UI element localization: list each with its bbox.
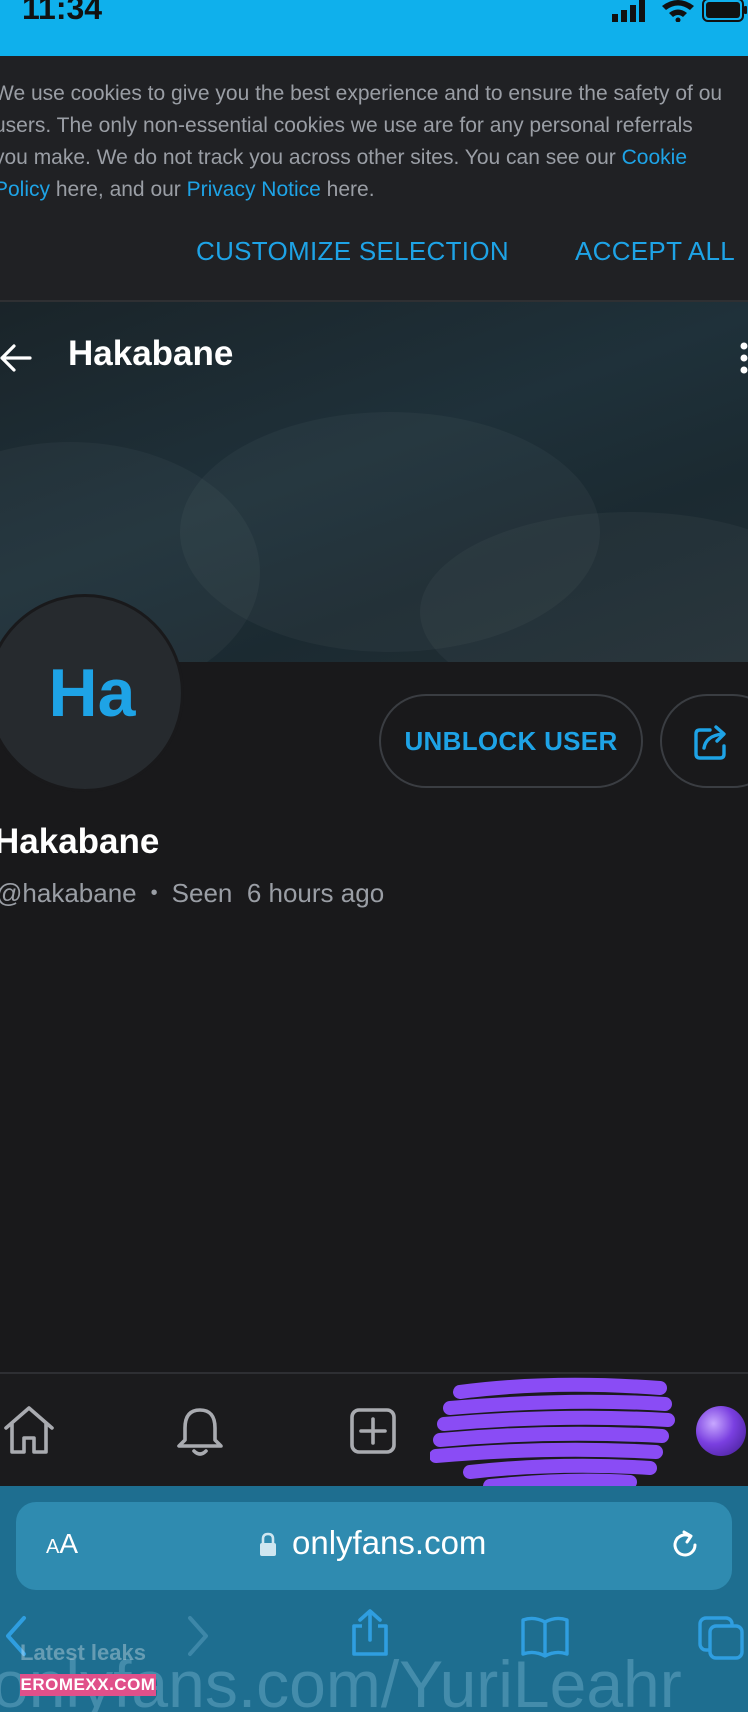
profile-handle: @hakabane [0,878,137,908]
page-title: Hakabane [68,334,234,373]
cellular-signal-icon [612,0,645,22]
cookie-text-segment: here, and our [50,178,187,201]
profile-display-name: Hakabane [0,822,160,861]
share-icon [694,725,726,760]
seen-label: Seen [171,878,233,908]
more-options-icon[interactable] [738,340,748,380]
aa-small-glyph: A [46,1536,60,1558]
aa-large-glyph: A [59,1528,79,1559]
browser-share-icon[interactable] [348,1608,392,1658]
add-post-icon[interactable] [346,1404,400,1458]
redaction-scribble [430,1377,675,1493]
browser-toolbar: AA onlyfans.com onlyfans.com/YuriLeahr L… [0,1486,748,1712]
lock-icon [260,1532,276,1556]
share-button[interactable] [660,694,748,788]
accept-all-button[interactable]: ACCEPT ALL [575,236,735,267]
reload-icon[interactable] [668,1528,702,1562]
address-bar[interactable]: AA onlyfans.com [16,1502,732,1590]
browser-forward-icon[interactable] [184,1614,210,1658]
bell-icon[interactable] [173,1404,227,1458]
last-seen-time: 6 hours ago [246,878,385,908]
battery-icon [702,0,747,22]
privacy-notice-link[interactable]: Privacy Notice [187,178,321,201]
cookie-text-line: Policy here, and our Privacy Notice here… [0,174,748,206]
status-bar: 11:34 [0,0,748,56]
url-text: onlyfans.com [292,1524,487,1561]
back-arrow-icon[interactable] [0,342,32,374]
home-icon[interactable] [2,1404,56,1458]
cookie-policy-link[interactable]: Cookie [622,146,687,169]
avatar: Ha [0,594,184,792]
cookie-text-line: We use cookies to give you the best expe… [0,82,723,105]
cookie-text-line: you make. We do not track you across oth… [0,142,748,174]
cookie-policy-link[interactable]: Policy [0,178,50,201]
avatar-initials: Ha [48,655,136,731]
customize-selection-button[interactable]: CUSTOMIZE SELECTION [196,236,509,267]
text-size-button[interactable]: AA [46,1528,78,1560]
separator-dot: • [150,882,158,904]
profile-avatar[interactable] [696,1406,746,1456]
watermark-badge: EROMEXX.COM [20,1674,156,1696]
cookie-text-segment: here. [320,178,375,201]
wifi-icon [662,0,694,22]
cookie-banner: We use cookies to give you the best expe… [0,56,748,302]
unblock-user-button[interactable]: UNBLOCK USER [379,694,643,788]
bookmarks-icon[interactable] [520,1614,570,1658]
cookie-notice-text: We use cookies to give you the best expe… [0,78,748,206]
cookie-text-segment: you make. We do not track you across oth… [0,146,622,169]
watermark-text: Latest leaks [20,1640,146,1665]
cookie-text-line: users. The only non-essential cookies we… [0,114,693,137]
status-time: 11:34 [22,0,103,26]
profile-meta: @hakabane • Seen 6 hours ago [0,878,384,909]
tabs-icon[interactable] [696,1614,746,1660]
